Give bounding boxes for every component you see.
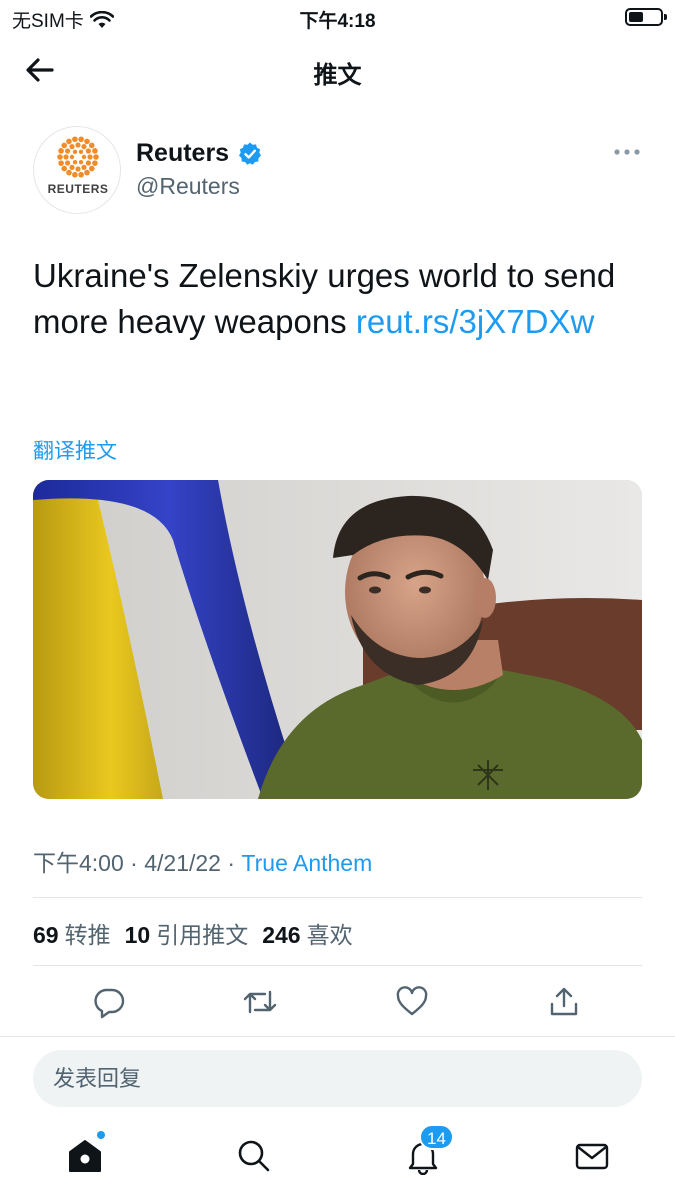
logo-dot <box>72 171 78 178</box>
tweet-date: 4/21/22 <box>144 850 221 876</box>
status-bar: 无SIM卡 下午4:18 <box>0 0 675 36</box>
likes-count: 246 <box>262 922 301 948</box>
logo-dot <box>69 144 75 150</box>
logo-dot <box>75 166 81 172</box>
logo-dot <box>65 148 71 154</box>
more-options-button[interactable] <box>612 140 642 164</box>
tweet-text: Ukraine's Zelenskiy urges world to send … <box>33 253 643 345</box>
logo-dot <box>66 169 72 176</box>
logo-dot <box>78 159 84 165</box>
retweets-label: 转推 <box>64 922 111 948</box>
status-time: 下午4:18 <box>299 11 376 32</box>
meta-separator: · <box>227 850 242 876</box>
avatar-logo-text: REUTERS <box>47 182 109 196</box>
verified-badge-icon <box>239 142 262 165</box>
home-icon <box>69 1140 101 1172</box>
tweet-link[interactable]: reut.rs/3jX7DXw <box>356 303 594 340</box>
logo-dot <box>81 164 87 170</box>
reply-icon <box>94 988 125 1019</box>
tweet-time: 下午4:00 <box>33 850 124 876</box>
mail-icon <box>575 1143 609 1170</box>
tweet-stats: 69 转推 10 引用推文 246 喜欢 <box>33 916 353 950</box>
logo-dot <box>61 142 68 149</box>
tweet-media-photo[interactable] <box>33 480 642 799</box>
logo-dot <box>66 138 72 145</box>
heart-icon <box>396 986 428 1016</box>
reply-composer[interactable] <box>33 1050 642 1107</box>
divider <box>33 897 642 898</box>
retweets-count: 69 <box>33 922 59 948</box>
tab-search[interactable] <box>232 1134 276 1178</box>
page-title: 推文 <box>313 62 362 89</box>
more-horizontal-icon <box>614 149 640 155</box>
logo-dot <box>75 142 81 148</box>
logo-dot <box>85 148 91 154</box>
tab-messages[interactable] <box>570 1134 614 1178</box>
logo-dot <box>84 138 90 145</box>
quotes-label: 引用推文 <box>156 922 249 948</box>
tweet-meta: 下午4:00 · 4/21/22 · True Anthem <box>33 844 372 878</box>
photo-image <box>33 480 642 799</box>
logo-dot <box>92 160 98 166</box>
logo-dot <box>72 136 78 143</box>
reply-input[interactable] <box>53 1050 613 1107</box>
translate-tweet-button[interactable]: 翻译推文 <box>33 435 117 465</box>
share-button[interactable] <box>542 980 586 1024</box>
quotes-count: 10 <box>124 922 151 948</box>
likes-label: 喜欢 <box>306 922 353 948</box>
tab-notifications[interactable]: 14 <box>401 1124 454 1178</box>
tweet-source-link[interactable]: True Anthem <box>241 850 372 876</box>
logo-dot <box>69 164 75 170</box>
logo-dot <box>85 160 91 166</box>
logo-dot <box>78 149 84 155</box>
logo-dot <box>92 148 98 154</box>
logo-dot <box>93 154 99 160</box>
logo-dot <box>69 154 75 160</box>
like-button[interactable] <box>390 980 434 1024</box>
divider <box>0 1036 675 1037</box>
logo-dot <box>72 149 78 155</box>
logo-dot <box>61 165 68 172</box>
logo-dot <box>88 142 95 149</box>
logo-dot <box>88 165 95 172</box>
quotes-stat[interactable]: 10 引用推文 <box>125 916 249 950</box>
logo-dot <box>81 144 87 150</box>
bottom-tab-bar: 14 <box>0 1124 675 1190</box>
logo-dot <box>84 169 90 176</box>
search-icon <box>238 1140 270 1172</box>
logo-dot <box>81 154 87 160</box>
retweet-button[interactable] <box>238 980 282 1024</box>
logo-dot <box>57 154 63 160</box>
meta-separator: · <box>130 850 145 876</box>
logo-dot <box>78 171 84 178</box>
divider <box>33 965 642 966</box>
author-avatar[interactable]: REUTERS <box>33 126 121 214</box>
notifications-badge: 14 <box>419 1124 454 1150</box>
author-handle[interactable]: @Reuters <box>136 173 240 200</box>
logo-dot <box>63 154 69 160</box>
tweet-actions <box>0 980 675 1024</box>
home-new-dot <box>96 1130 106 1140</box>
logo-dot <box>78 136 84 143</box>
logo-dot <box>58 160 64 166</box>
battery-icon <box>625 8 667 26</box>
logo-dot <box>72 159 78 165</box>
share-icon <box>550 987 578 1016</box>
reply-button[interactable] <box>87 980 131 1024</box>
likes-stat[interactable]: 246 喜欢 <box>262 916 352 950</box>
logo-dot <box>87 154 93 160</box>
retweet-icon <box>243 990 277 1014</box>
author-name[interactable]: Reuters <box>136 139 263 168</box>
retweets-stat[interactable]: 69 转推 <box>33 916 111 950</box>
logo-dot <box>65 160 71 166</box>
tab-home[interactable] <box>63 1130 107 1178</box>
logo-dot <box>58 148 64 154</box>
nav-bar: 推文 <box>0 40 675 100</box>
author-name-text: Reuters <box>136 139 230 167</box>
